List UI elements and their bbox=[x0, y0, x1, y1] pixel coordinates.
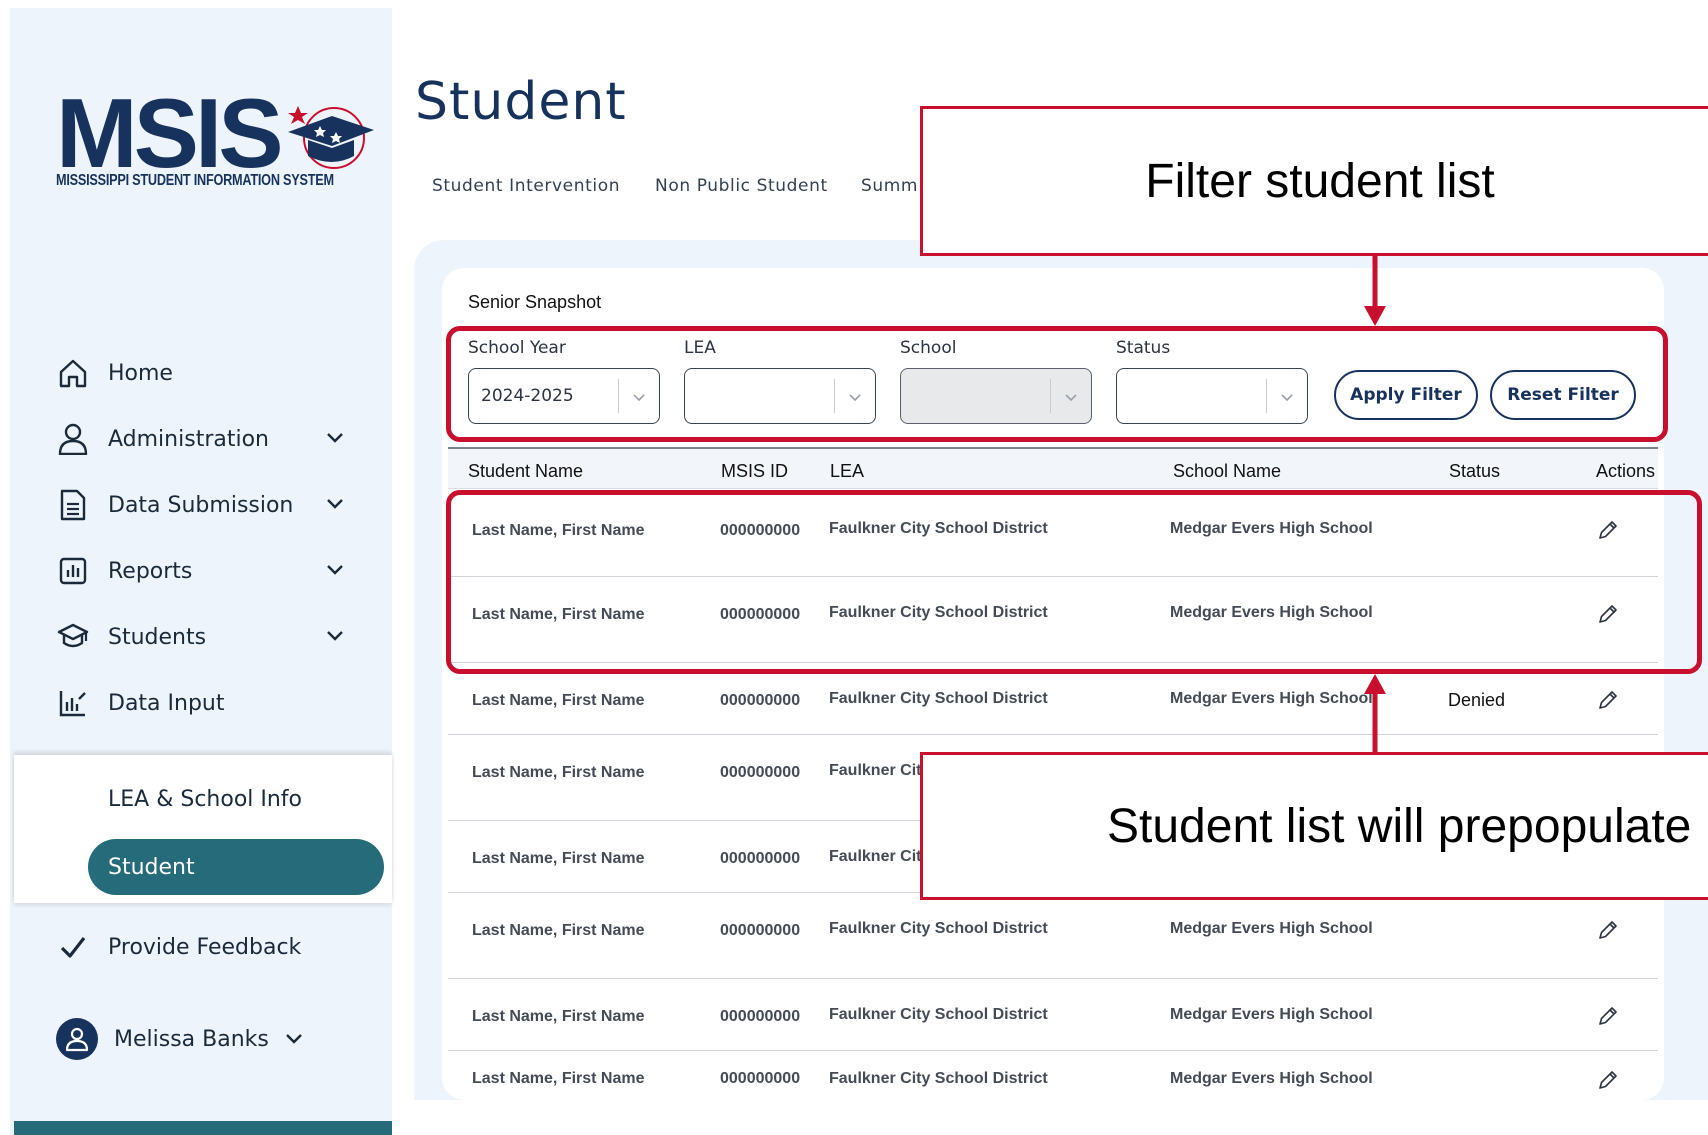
chevron-down-icon[interactable] bbox=[324, 427, 346, 449]
cell-student-name: Last Name, First Name bbox=[472, 764, 645, 781]
submenu-lea-school-info[interactable]: LEA & School Info bbox=[108, 787, 302, 812]
avatar-icon bbox=[56, 1018, 98, 1060]
tab-summ[interactable]: Summ bbox=[861, 176, 918, 196]
chevron-down-icon[interactable] bbox=[324, 493, 346, 515]
cell-msis-id: 000000000 bbox=[720, 764, 801, 781]
cell-student-name: Last Name, First Name bbox=[472, 850, 645, 867]
nav-provide-feedback[interactable]: Provide Feedback bbox=[56, 922, 376, 972]
submenu-student-active[interactable]: Student bbox=[88, 839, 384, 895]
tab-non-public-student[interactable]: Non Public Student bbox=[655, 176, 828, 196]
nav-reports[interactable]: Reports bbox=[56, 546, 376, 596]
document-icon bbox=[56, 488, 90, 522]
page-title: Student bbox=[415, 72, 627, 132]
cell-lea: Faulkner City School District bbox=[829, 1070, 1048, 1087]
table-header: Student Name MSIS ID LEA School Name Sta… bbox=[448, 447, 1658, 489]
cell-lea: Faulkner City School District bbox=[829, 690, 1048, 707]
nav-provide-feedback-label: Provide Feedback bbox=[108, 934, 302, 960]
home-icon bbox=[56, 356, 90, 390]
data-input-icon bbox=[56, 686, 90, 720]
nav-administration[interactable]: Administration bbox=[56, 414, 376, 464]
cell-student-name: Last Name, First Name bbox=[472, 922, 645, 939]
nav-reports-label: Reports bbox=[108, 558, 193, 584]
pencil-edit-icon[interactable] bbox=[1596, 1068, 1620, 1092]
cell-student-name: Last Name, First Name bbox=[472, 692, 645, 709]
bottom-edge bbox=[394, 1100, 1708, 1135]
header-student-name[interactable]: Student Name bbox=[468, 461, 583, 482]
cell-school-name: Medgar Evers High School bbox=[1170, 920, 1373, 937]
nav-data-submission[interactable]: Data Submission bbox=[56, 480, 376, 530]
nav-data-input[interactable]: Data Input bbox=[56, 678, 376, 728]
nav-students-label: Students bbox=[108, 624, 207, 650]
header-actions: Actions bbox=[1596, 461, 1656, 481]
bar-chart-icon bbox=[56, 554, 90, 588]
prepopulate-callout: Student list will prepopulate bbox=[920, 752, 1708, 900]
cell-student-name: Last Name, First Name bbox=[472, 1008, 645, 1025]
data-input-submenu: LEA & School Info Student bbox=[14, 755, 392, 903]
table-row[interactable]: Last Name, First Name 000000000 Faulkner C… bbox=[448, 978, 1658, 1051]
cell-msis-id: 000000000 bbox=[720, 922, 801, 939]
rows-highlight-box bbox=[446, 490, 1702, 674]
sidebar-bottom-bar bbox=[14, 1121, 392, 1135]
header-status[interactable]: Status bbox=[1449, 461, 1500, 482]
tab-student-intervention[interactable]: Student Intervention bbox=[432, 176, 620, 196]
cell-status: Denied bbox=[1448, 690, 1506, 710]
header-school-name[interactable]: School Name bbox=[1173, 461, 1281, 482]
logo-wordmark: MSIS bbox=[56, 78, 284, 188]
cell-school-name: Medgar Evers High School bbox=[1170, 1070, 1373, 1087]
header-lea[interactable]: LEA bbox=[830, 461, 864, 482]
prepopulate-callout-text: Student list will prepopulate bbox=[1107, 799, 1692, 853]
card-title: Senior Snapshot bbox=[468, 292, 602, 312]
chevron-down-icon[interactable] bbox=[324, 625, 346, 647]
chevron-down-icon[interactable] bbox=[324, 559, 346, 581]
nav-students[interactable]: Students bbox=[56, 612, 376, 662]
cell-school-name: Medgar Evers High School bbox=[1170, 690, 1373, 707]
nav-data-submission-label: Data Submission bbox=[108, 492, 294, 518]
chevron-down-icon[interactable] bbox=[283, 1028, 305, 1050]
user-menu[interactable]: Melissa Banks bbox=[56, 1018, 305, 1060]
nav-home[interactable]: Home bbox=[56, 348, 376, 398]
pencil-edit-icon[interactable] bbox=[1596, 1004, 1620, 1028]
header-msis-id[interactable]: MSIS ID bbox=[721, 461, 788, 482]
logo-subtitle: MISSISSIPPI STUDENT INFORMATION SYSTEM bbox=[56, 172, 334, 189]
cell-msis-id: 000000000 bbox=[720, 1070, 801, 1087]
cell-msis-id: 000000000 bbox=[720, 850, 801, 867]
nav-home-label: Home bbox=[108, 360, 173, 386]
pencil-edit-icon[interactable] bbox=[1596, 688, 1620, 712]
cell-lea: Faulkner City School District bbox=[829, 1006, 1048, 1023]
sidebar: MSIS MISSISSIPPI STUDENT INFORMATION SYS… bbox=[10, 8, 392, 1135]
nav-data-input-label: Data Input bbox=[108, 690, 225, 716]
cell-student-name: Last Name, First Name bbox=[472, 1070, 645, 1087]
user-name: Melissa Banks bbox=[114, 1026, 269, 1052]
checkmark-icon bbox=[56, 930, 90, 964]
filter-callout: Filter student list bbox=[920, 106, 1708, 256]
arrow-up-icon bbox=[1364, 674, 1386, 754]
cell-msis-id: 000000000 bbox=[720, 1008, 801, 1025]
arrow-down-icon bbox=[1364, 254, 1386, 326]
pencil-edit-icon[interactable] bbox=[1596, 918, 1620, 942]
msis-logo[interactable]: MSIS MISSISSIPPI STUDENT INFORMATION SYS… bbox=[56, 84, 376, 204]
user-icon bbox=[56, 422, 90, 456]
cell-msis-id: 000000000 bbox=[720, 692, 801, 709]
graduation-cap-icon bbox=[288, 106, 374, 169]
nav-administration-label: Administration bbox=[108, 426, 269, 452]
cell-school-name: Medgar Evers High School bbox=[1170, 1006, 1373, 1023]
filter-callout-text: Filter student list bbox=[1145, 154, 1495, 208]
graduation-cap-icon bbox=[56, 620, 90, 654]
filter-highlight-box bbox=[446, 326, 1668, 442]
cell-lea: Faulkner City School District bbox=[829, 920, 1048, 937]
table-row[interactable]: Last Name, First Name 000000000 Faulkner C… bbox=[448, 892, 1658, 979]
